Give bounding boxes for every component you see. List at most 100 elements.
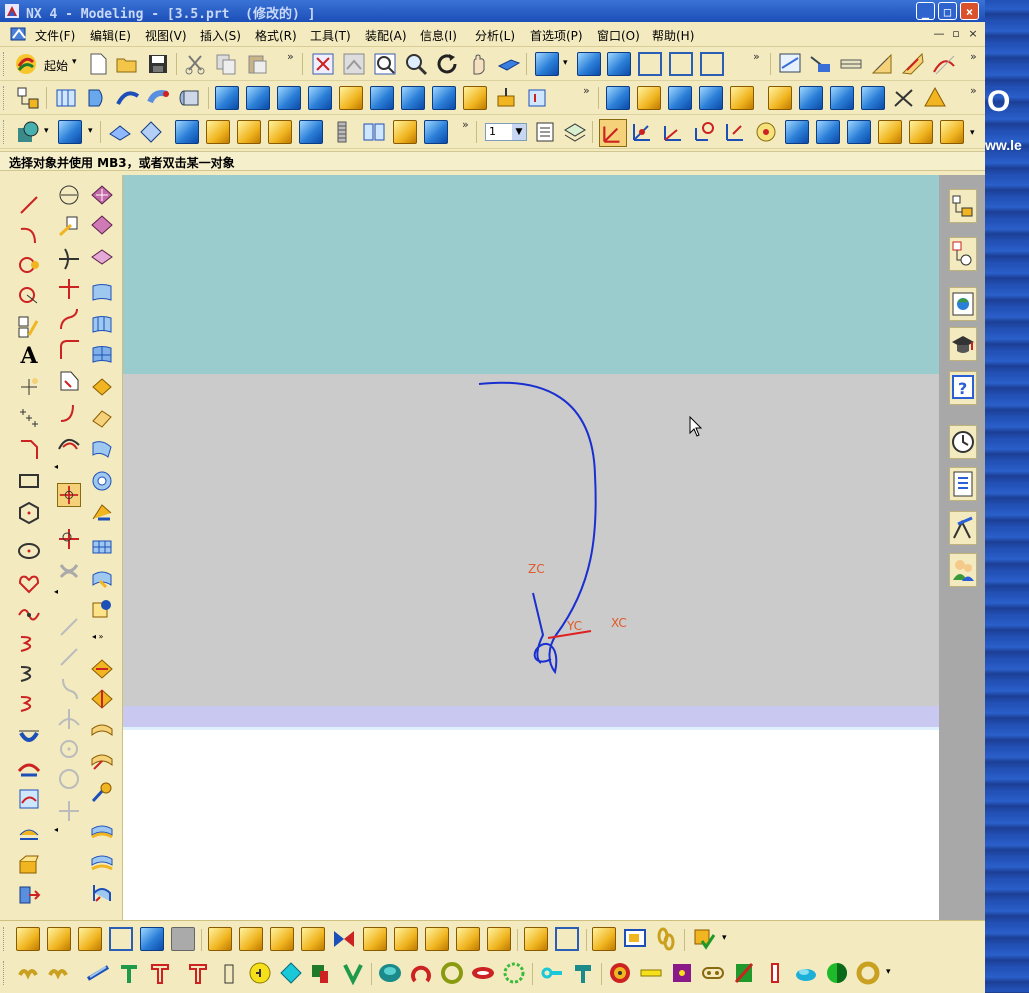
- pad-icon[interactable]: [339, 86, 363, 110]
- nx-menu-icon[interactable]: [10, 26, 28, 42]
- tube-icon[interactable]: [147, 86, 171, 110]
- toolbar-grip[interactable]: [3, 927, 7, 951]
- toolbar-overflow-icon[interactable]: »: [583, 84, 590, 97]
- sketch-plane-icon[interactable]: [16, 120, 40, 144]
- subtract-icon[interactable]: [830, 86, 854, 110]
- surface-icon-3[interactable]: [90, 245, 114, 269]
- boss-icon[interactable]: [277, 86, 301, 110]
- rectangle-icon[interactable]: [17, 469, 41, 493]
- menu-window[interactable]: 窗口(O): [597, 27, 640, 44]
- ghost-arc-icon[interactable]: [57, 645, 81, 669]
- link-icon[interactable]: [654, 927, 678, 951]
- shaded-icon[interactable]: [535, 52, 559, 76]
- basic-curves-icon[interactable]: [17, 283, 41, 307]
- section-icon[interactable]: [778, 52, 802, 76]
- law-curve-icon[interactable]: [17, 661, 41, 685]
- offset-curve-icon[interactable]: [17, 691, 41, 715]
- pan-icon[interactable]: [466, 52, 490, 76]
- combined-projection-icon[interactable]: [17, 787, 41, 811]
- surface-edit-icon-3[interactable]: [90, 719, 114, 743]
- snap-intersection-icon[interactable]: [57, 559, 81, 583]
- feature-csys-icon[interactable]: [108, 120, 132, 144]
- surface-edit-icon-2[interactable]: [90, 687, 114, 711]
- roles-tab[interactable]: [949, 553, 977, 587]
- assembly-icon-9[interactable]: [592, 927, 616, 951]
- extract-curve-icon[interactable]: [17, 883, 41, 907]
- edit-curve-params-icon[interactable]: [57, 431, 81, 455]
- toolbar-grip[interactable]: [3, 86, 7, 110]
- sketch-dropdown-icon[interactable]: ▾: [44, 126, 49, 136]
- split-body-icon[interactable]: [699, 86, 723, 110]
- edit-curve-icon[interactable]: [57, 215, 81, 239]
- mold-icon-25[interactable]: [794, 961, 818, 985]
- snap-control-icon[interactable]: [57, 527, 81, 551]
- menu-assembly[interactable]: 装配(A): [365, 27, 407, 44]
- point-icon[interactable]: [17, 375, 41, 399]
- close-button[interactable]: ×: [960, 2, 979, 20]
- intersect-curve-icon[interactable]: [17, 821, 41, 845]
- smooth-spline-icon[interactable]: [57, 401, 81, 425]
- new-parent-icon[interactable]: [270, 927, 294, 951]
- surface-edit-icon-7[interactable]: [90, 851, 114, 875]
- bridge-surface-icon[interactable]: [90, 437, 114, 461]
- thread-icon[interactable]: [330, 120, 354, 144]
- paste-icon[interactable]: [245, 52, 269, 76]
- toolbar-dropdown-icon[interactable]: ▾: [886, 967, 891, 977]
- show-all-icon[interactable]: [847, 120, 871, 144]
- invert-show-icon[interactable]: [878, 120, 902, 144]
- reuse-library-tab[interactable]: [949, 467, 977, 501]
- view-iso-icon[interactable]: [669, 52, 693, 76]
- edit-object-display-icon[interactable]: [940, 120, 964, 144]
- mdi-restore-button[interactable]: ▫: [949, 27, 963, 41]
- pocket-icon[interactable]: [308, 86, 332, 110]
- helix-icon[interactable]: [17, 631, 41, 655]
- menu-help[interactable]: 帮助(H): [652, 27, 694, 44]
- toolbar-grip[interactable]: [3, 961, 7, 985]
- scroll-down-icon[interactable]: ◂: [54, 462, 58, 471]
- trim-curve-icon[interactable]: [57, 247, 81, 271]
- bounded-plane-icon[interactable]: [268, 120, 292, 144]
- wcs-dynamics-icon[interactable]: [723, 120, 747, 144]
- edit-fillet-icon[interactable]: [57, 337, 81, 361]
- hide-icon[interactable]: [816, 120, 840, 144]
- mold-icon-6[interactable]: [186, 961, 210, 985]
- swept-surface-icon[interactable]: [90, 375, 114, 399]
- ghost-line-icon[interactable]: [57, 615, 81, 639]
- section-surface-icon[interactable]: [90, 407, 114, 431]
- move-to-layer-icon[interactable]: [563, 120, 587, 144]
- mold-icon-8[interactable]: [248, 961, 272, 985]
- surface-edit-icon-4[interactable]: [90, 749, 114, 773]
- mold-icon-3[interactable]: [86, 961, 110, 985]
- instance-icon[interactable]: [730, 86, 754, 110]
- sketch-tool-icon[interactable]: [17, 315, 41, 339]
- mold-icon-22[interactable]: [701, 961, 725, 985]
- mold-icon-18[interactable]: [571, 961, 595, 985]
- history-tab[interactable]: [949, 425, 977, 459]
- menu-file[interactable]: 文件(F): [35, 27, 75, 44]
- perspective-icon[interactable]: [497, 52, 521, 76]
- menu-insert[interactable]: 插入(S): [200, 27, 241, 44]
- bridge-curve-icon[interactable]: [17, 723, 41, 747]
- edge-blend-icon[interactable]: [432, 86, 456, 110]
- sketch-icon[interactable]: [870, 52, 894, 76]
- line-icon[interactable]: [17, 193, 41, 217]
- model-canvas[interactable]: ZC YC XC: [123, 175, 939, 920]
- surface-edit-icon-8[interactable]: [90, 881, 114, 905]
- mold-icon-9[interactable]: [279, 961, 303, 985]
- mold-icon-12[interactable]: [378, 961, 402, 985]
- view-trimetric-icon[interactable]: [700, 52, 724, 76]
- patch-icon[interactable]: [923, 86, 947, 110]
- through-curves-surface-icon[interactable]: [90, 313, 114, 337]
- mold-icon-26[interactable]: [825, 961, 849, 985]
- menu-view[interactable]: 视图(V): [145, 27, 187, 44]
- assembly-icon-8[interactable]: [555, 927, 579, 951]
- help-tab[interactable]: ?: [949, 371, 977, 405]
- axis-icon[interactable]: [661, 120, 685, 144]
- mold-icon-15[interactable]: [471, 961, 495, 985]
- toolbar-grip[interactable]: [3, 120, 7, 144]
- view-top-icon[interactable]: [577, 52, 601, 76]
- measure-icon[interactable]: [808, 52, 832, 76]
- display-wcs-icon[interactable]: [754, 120, 778, 144]
- thicken-icon[interactable]: [206, 120, 230, 144]
- curve-sketch-icon[interactable]: [57, 183, 81, 207]
